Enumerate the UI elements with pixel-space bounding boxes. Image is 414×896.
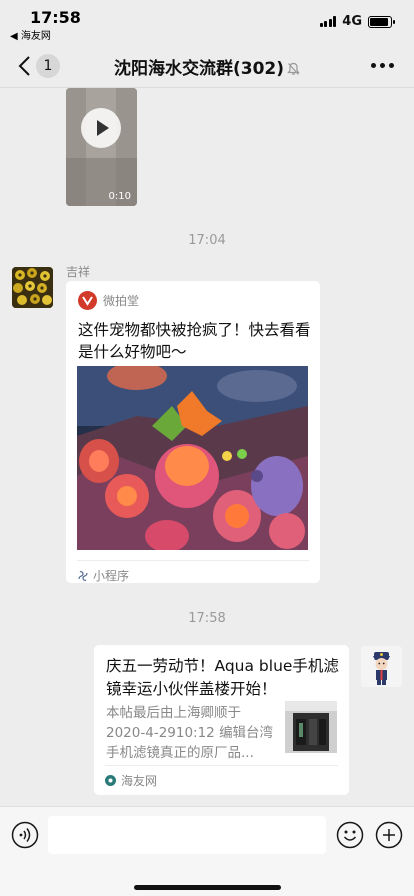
chat-title: 沈阳海水交流群(302) — [113, 59, 285, 79]
play-button[interactable] — [81, 108, 121, 148]
miniprogram-source: 微拍堂 — [78, 291, 139, 310]
message-timestamp: 17:04 — [188, 233, 226, 248]
emoji-icon — [336, 821, 364, 849]
card-footer: 小程序 — [77, 560, 309, 584]
miniprogram-card[interactable]: 微拍堂 这件宠物都快被抢疯了！快去看看是什么好物吧～ 小程序 — [66, 281, 320, 583]
link-description: 本帖最后由上海卿顺于 2020-4-2910:12 编辑台湾手机滤镜真正的原厂品… — [106, 705, 274, 761]
video-duration: 0:10 — [108, 191, 131, 202]
dot-icon — [371, 63, 376, 68]
home-indicator — [134, 885, 281, 890]
weipaitang-logo-icon — [78, 291, 97, 310]
dot-icon — [380, 63, 385, 68]
avatar[interactable] — [361, 646, 402, 687]
coral-image — [77, 366, 308, 550]
back-to-app-link[interactable]: ◀ 海友网 — [10, 27, 51, 42]
miniprogram-icon — [78, 570, 88, 581]
more-options-button[interactable] — [371, 63, 394, 68]
link-thumbnail — [285, 701, 337, 753]
voice-icon — [11, 821, 39, 849]
video-message[interactable]: 0:10 — [66, 88, 137, 206]
more-actions-button[interactable] — [375, 821, 403, 849]
police-cartoon-avatar-image — [361, 646, 402, 687]
chat-area[interactable]: 0:10 17:04 吉祥 微拍堂 这件宠物都快被抢疯了！快去看看是什么好物吧～ — [0, 88, 414, 806]
emoji-button[interactable] — [336, 821, 364, 849]
coral-photo — [77, 366, 308, 550]
status-bar: 17:58 ◀ 海友网 4G — [0, 0, 414, 44]
message-timestamp: 17:58 — [188, 611, 226, 626]
mute-bell-icon — [287, 61, 300, 81]
input-bar — [0, 806, 414, 896]
message-input[interactable] — [48, 816, 326, 854]
play-icon — [97, 120, 109, 136]
link-card[interactable]: 庆五一劳动节！Aqua blue手机滤镜幸运小伙伴盖楼开始！ 本帖最后由上海卿顺… — [94, 645, 349, 795]
voice-input-button[interactable] — [11, 821, 39, 849]
network-type: 4G — [342, 14, 362, 29]
status-time: 17:58 — [30, 8, 81, 27]
plus-icon — [375, 821, 403, 849]
link-source: 海友网 — [121, 774, 158, 788]
filter-product-image — [285, 701, 337, 753]
miniprogram-label: 小程序 — [93, 569, 130, 583]
avatar[interactable] — [12, 267, 53, 308]
signal-icon — [319, 16, 337, 27]
link-footer: 海友网 — [105, 765, 338, 789]
haiyouwang-logo-icon — [105, 775, 116, 786]
status-indicators: 4G — [319, 14, 395, 29]
card-title: 这件宠物都快被抢疯了！快去看看是什么好物吧～ — [78, 321, 311, 361]
dot-icon — [389, 63, 394, 68]
link-title: 庆五一劳动节！Aqua blue手机滤镜幸运小伙伴盖楼开始！ — [106, 657, 339, 698]
battery-level — [370, 17, 388, 26]
page-title: 沈阳海水交流群(302) — [0, 54, 414, 81]
coral-avatar-image — [12, 267, 53, 308]
nav-bar: 1 沈阳海水交流群(302) — [0, 44, 414, 88]
sender-name: 吉祥 — [66, 265, 91, 279]
source-name: 微拍堂 — [103, 294, 140, 308]
battery-icon — [368, 15, 395, 28]
